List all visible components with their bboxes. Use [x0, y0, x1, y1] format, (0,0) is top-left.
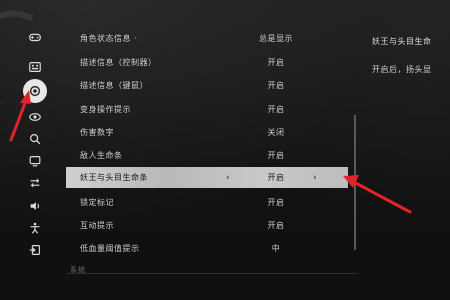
monitor-icon: [29, 156, 41, 167]
rail-item-exit[interactable]: [22, 239, 48, 261]
setting-row-damage-numbers[interactable]: 伤害数字 关闭: [70, 120, 348, 144]
setting-value: 开启: [267, 173, 285, 182]
setting-label: 低血量阈值提示: [80, 243, 140, 253]
setting-label: 敌人生命条: [80, 150, 123, 160]
setting-row-enemy-health-bar[interactable]: 敌人生命条 开启: [70, 143, 348, 167]
setting-row-character-status[interactable]: 角色状态信息 · 总是显示: [70, 26, 348, 50]
rail-item-display[interactable]: [22, 106, 48, 128]
rail-item-controls[interactable]: [22, 172, 48, 194]
accessibility-icon: [30, 222, 40, 234]
setting-label: 描述信息（控制器）: [80, 57, 157, 67]
description-title: 妖王与头目生命: [372, 37, 432, 46]
setting-row-low-health-threshold[interactable]: 低血量阈值提示 中: [70, 236, 348, 260]
setting-row-interaction-hint[interactable]: 互动提示 开启: [70, 213, 348, 237]
scrollbar[interactable]: [354, 115, 356, 250]
setting-row-boss-health-bar-selected[interactable]: 妖王与头目生命条 ‹ 开启 ›: [66, 167, 348, 188]
chevron-right-icon[interactable]: ›: [313, 173, 317, 183]
setting-value: 开启: [267, 150, 285, 160]
rail-item-gamepad[interactable]: [22, 26, 48, 48]
rail-item-keyboard[interactable]: [22, 56, 48, 78]
swap-icon: [30, 178, 40, 188]
setting-value: 开启: [267, 80, 285, 90]
setting-label: 伤害数字: [80, 127, 114, 137]
gamepad-icon: [29, 33, 41, 42]
setting-label: 描述信息（键鼠）: [80, 80, 148, 90]
rail-item-general-selected[interactable]: [23, 79, 47, 103]
setting-value: 开启: [267, 104, 285, 114]
rail-item-screen[interactable]: [22, 150, 48, 172]
setting-value: 开启: [267, 57, 285, 67]
setting-row-transform-hint[interactable]: 变身操作提示 开启: [70, 97, 348, 121]
speaker-icon: [30, 202, 40, 210]
setting-value: 关闭: [267, 127, 285, 137]
rail-item-audio[interactable]: [22, 195, 48, 217]
setting-value: 开启: [267, 220, 285, 230]
setting-value: 开启: [267, 197, 285, 207]
exit-icon: [29, 245, 40, 255]
divider: [66, 273, 358, 274]
rail-item-accessibility[interactable]: [22, 217, 48, 239]
search-icon: [30, 134, 41, 145]
setting-label: 锁定标记: [80, 197, 114, 207]
setting-label: 互动提示: [80, 220, 114, 230]
setting-label: 妖王与头目生命条: [80, 173, 148, 182]
chevron-left-icon[interactable]: ‹: [226, 173, 230, 183]
rail-item-search[interactable]: [22, 128, 48, 150]
setting-value: 总是显示: [259, 33, 293, 43]
setting-row-description-controller[interactable]: 描述信息（控制器） 开启: [70, 50, 348, 74]
eye-icon: [29, 113, 41, 121]
description-body: 开启后，扬头显: [372, 65, 432, 74]
setting-row-lock-marker[interactable]: 锁定标记 开启: [70, 190, 348, 214]
gear-icon: [29, 85, 41, 97]
setting-label: 变身操作提示: [80, 104, 131, 114]
keyboard-icon: [29, 62, 41, 72]
setting-row-description-keyboard[interactable]: 描述信息（键鼠） 开启: [70, 73, 348, 97]
setting-value: 中: [271, 243, 281, 253]
setting-label: 角色状态信息 ·: [80, 33, 138, 43]
